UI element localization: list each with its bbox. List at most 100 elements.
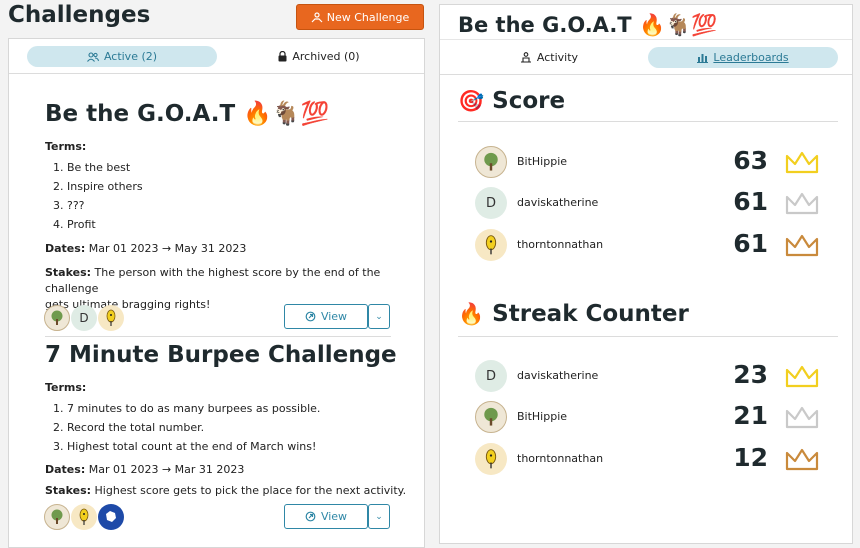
tab-leaderboards-label: Leaderboards (713, 51, 789, 64)
leaderboard-row: thorntonnathan 12 (475, 441, 820, 477)
stakes-value: The person with the highest score by the… (45, 266, 381, 295)
leaderboard-score: 63 (733, 146, 768, 175)
view-icon (305, 511, 316, 522)
challenge-detail-title: Be the G.O.A.T 🔥🐐💯 (458, 13, 718, 37)
stakes-label: Stakes: (45, 266, 92, 279)
leaderboard-username: daviskatherine (517, 196, 599, 209)
character-avatar-icon (485, 235, 497, 255)
view-button[interactable]: View (284, 304, 368, 329)
term-item: 3. ??? (53, 199, 85, 212)
view-label: View (320, 510, 348, 523)
view-label: View (320, 310, 348, 323)
avatar (44, 504, 70, 530)
leaderboard-score: 61 (733, 187, 768, 216)
tree-avatar-icon (51, 509, 63, 524)
new-challenge-icon (311, 11, 323, 22)
bar-chart-icon (697, 54, 709, 63)
stakes-label: Stakes: (45, 484, 92, 497)
term-item: 3. Highest total count at the end of Mar… (53, 440, 317, 453)
leaderboard-row: D daviskatherine 61 (475, 185, 820, 221)
avatar (475, 146, 507, 178)
leaderboard-username: thorntonnathan (517, 238, 604, 251)
gold-crown-icon (785, 151, 819, 174)
target-icon: 🎯 (458, 89, 485, 113)
challenge-detail-panel: Be the G.O.A.T 🔥🐐💯 Activity Leaderboards… (439, 4, 853, 544)
terms-list: 1. Be the best 2. Inspire others 3. ??? … (53, 158, 143, 234)
streak-section-title: 🔥 Streak Counter (458, 301, 689, 327)
leaderboard-score: 21 (733, 401, 768, 430)
bronze-crown-icon (785, 234, 819, 257)
chevron-down-icon: ⌄ (375, 511, 383, 522)
leaderboard-username: BitHippie (517, 410, 568, 423)
character-avatar-icon (79, 508, 89, 525)
avatar (475, 443, 507, 475)
avatar: D (475, 187, 507, 219)
new-challenge-button[interactable]: New Challenge (296, 4, 424, 30)
dates-label: Dates: (45, 242, 86, 255)
avatar: D (71, 305, 97, 331)
challenge-title: 7 Minute Burpee Challenge (45, 342, 397, 368)
character-avatar-icon (106, 309, 116, 326)
term-item: 1. Be the best (53, 161, 131, 174)
character-avatar-icon (485, 449, 497, 469)
avatar (475, 229, 507, 261)
tree-avatar-icon (484, 152, 498, 171)
view-dropdown-button[interactable]: ⌄ (368, 304, 390, 329)
tree-avatar-icon (484, 407, 498, 426)
map-avatar-icon (106, 511, 116, 522)
view-icon (305, 311, 316, 322)
dates-value: Mar 01 2023 → May 31 2023 (88, 242, 247, 255)
view-dropdown-button[interactable]: ⌄ (368, 504, 390, 529)
challenge-title: Be the G.O.A.T 🔥🐐💯 (45, 101, 330, 127)
leaderboard-row: BitHippie 63 (475, 144, 820, 180)
chevron-down-icon: ⌄ (375, 311, 383, 322)
bronze-crown-icon (785, 448, 819, 471)
gold-crown-icon (785, 365, 819, 388)
view-button[interactable]: View (284, 504, 368, 529)
dates-label: Dates: (45, 463, 86, 476)
fire-icon: 🔥 (458, 302, 485, 326)
challenges-panel: Active (2) Archived (0) Be the G.O.A.T 🔥… (8, 38, 425, 548)
dates-line: Dates: Mar 01 2023 → May 31 2023 (45, 242, 246, 255)
leaderboard-row: thorntonnathan 61 (475, 227, 820, 263)
leaderboard-row: BitHippie 21 (475, 399, 820, 435)
avatar (44, 305, 70, 331)
activity-icon (520, 52, 531, 63)
divider (458, 121, 838, 122)
term-item: 4. Profit (53, 218, 96, 231)
term-item: 2. Record the total number. (53, 421, 205, 434)
leaderboard-username: daviskatherine (517, 369, 599, 382)
dates-line: Dates: Mar 01 2023 → Mar 31 2023 (45, 463, 244, 476)
terms-label: Terms: (45, 381, 87, 394)
score-section-title: 🎯 Score (458, 88, 565, 114)
term-item: 1. 7 minutes to do as many burpees as po… (53, 402, 321, 415)
tab-archived[interactable]: Archived (0) (224, 46, 414, 67)
silver-crown-icon (785, 406, 819, 429)
tab-activity[interactable]: Activity (454, 47, 644, 68)
avatar (475, 401, 507, 433)
term-item: 2. Inspire others (53, 180, 143, 193)
avatar (98, 305, 124, 331)
new-challenge-label: New Challenge (326, 10, 410, 24)
leaderboard-score: 23 (733, 360, 768, 389)
tab-active[interactable]: Active (2) (27, 46, 217, 67)
stakes-line: Stakes: Highest score gets to pick the p… (45, 484, 406, 497)
challenge-tabs: Active (2) Archived (0) (9, 39, 424, 74)
avatar: D (475, 360, 507, 392)
dates-value: Mar 01 2023 → Mar 31 2023 (88, 463, 245, 476)
tab-activity-label: Activity (536, 51, 579, 64)
leaderboard-score: 61 (733, 229, 768, 258)
tab-leaderboards[interactable]: Leaderboards (648, 47, 838, 68)
stakes-value: Highest score gets to pick the place for… (94, 484, 407, 497)
lock-icon (278, 51, 287, 62)
terms-list: 1. 7 minutes to do as many burpees as po… (53, 399, 320, 456)
streak-heading: Streak Counter (492, 301, 689, 327)
avatar (98, 504, 124, 530)
score-heading: Score (492, 88, 566, 114)
people-icon (87, 51, 99, 62)
terms-label: Terms: (45, 140, 87, 153)
divider (45, 336, 391, 337)
avatar (71, 504, 97, 530)
detail-tabs: Activity Leaderboards (440, 39, 852, 75)
leaderboard-username: BitHippie (517, 155, 568, 168)
